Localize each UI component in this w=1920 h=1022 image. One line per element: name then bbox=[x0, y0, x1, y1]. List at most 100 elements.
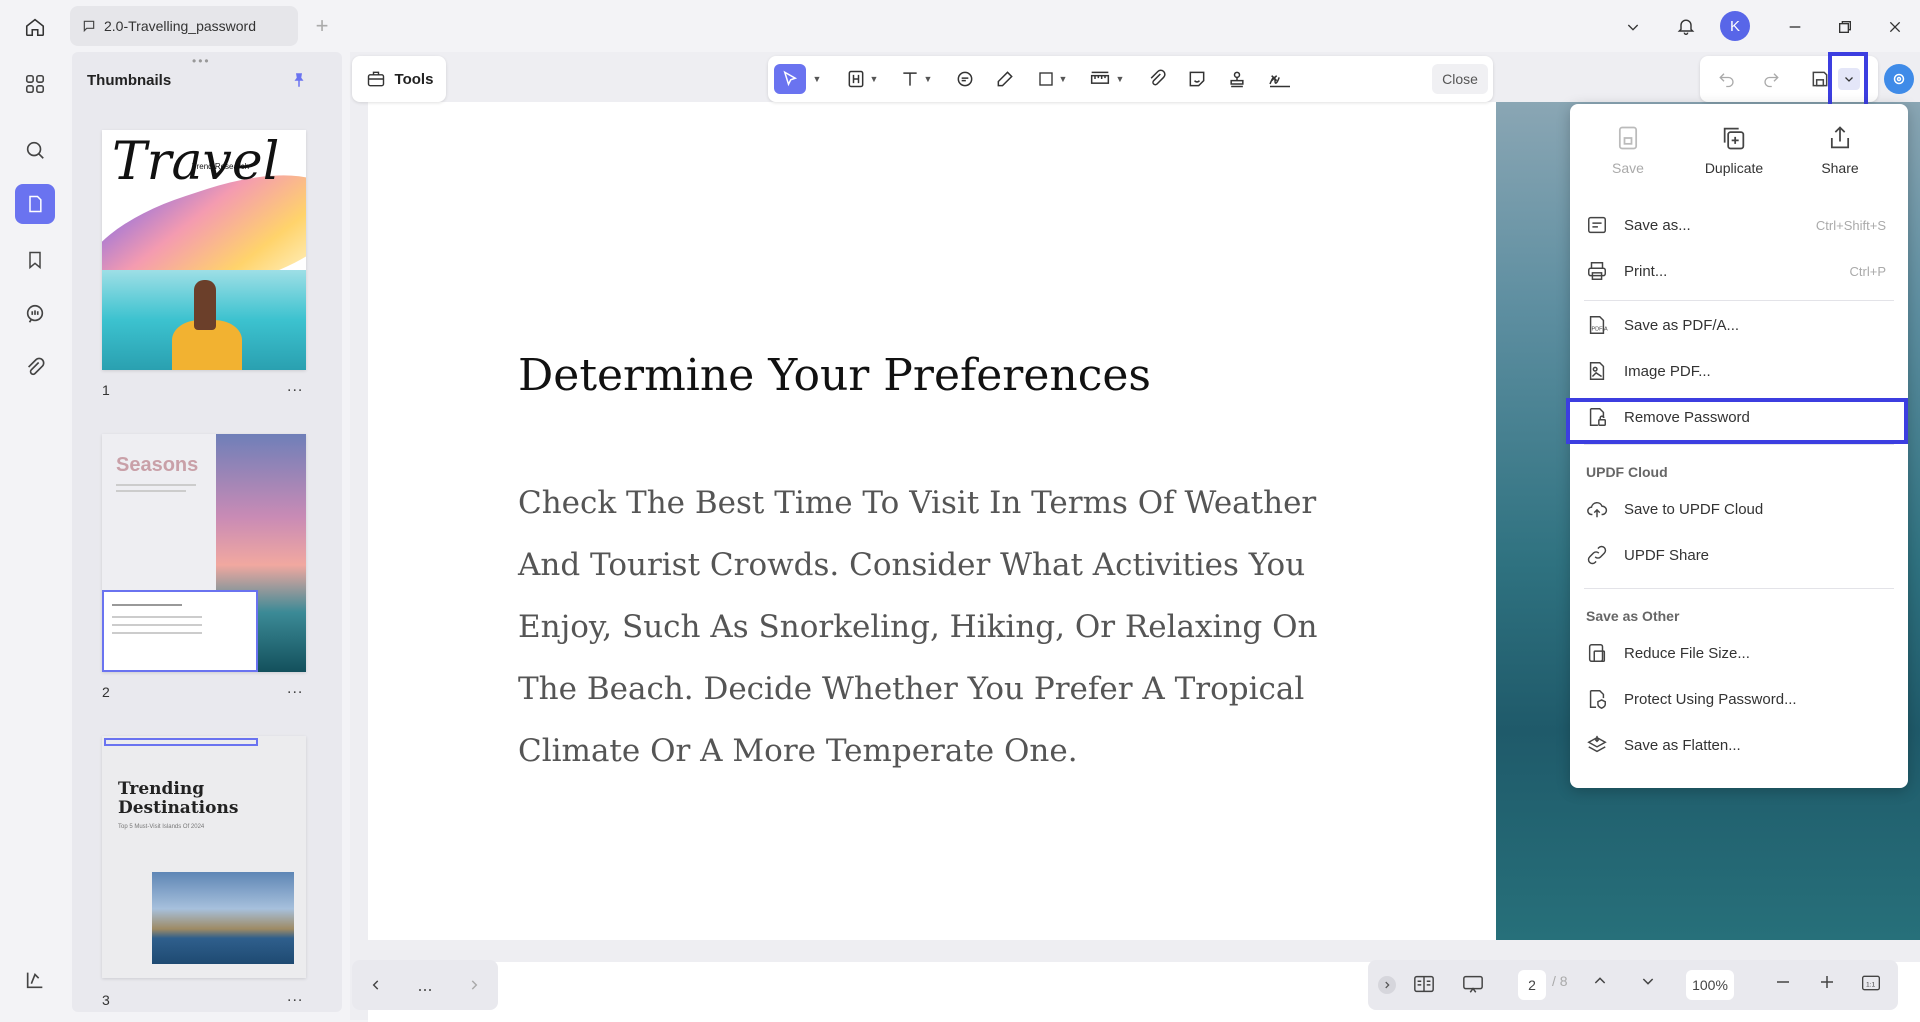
menu-save-as[interactable]: Save as... Ctrl+Shift+S bbox=[1570, 206, 1908, 246]
apps-grid-icon[interactable] bbox=[15, 64, 55, 104]
menu-divider bbox=[1584, 300, 1894, 301]
menu-save-to-cloud[interactable]: Save to UPDF Cloud bbox=[1570, 490, 1908, 530]
menu-divider bbox=[1584, 588, 1894, 589]
select-dropdown-icon[interactable]: ▼ bbox=[808, 64, 822, 94]
duplicate-icon bbox=[1720, 124, 1748, 152]
image-pdf-label: Image PDF... bbox=[1624, 363, 1711, 380]
menu-duplicate-action[interactable]: Duplicate bbox=[1684, 124, 1784, 176]
pencil-tool-icon[interactable] bbox=[990, 64, 1020, 94]
other-section-title: Save as Other bbox=[1586, 608, 1680, 624]
thumb-3-number: 3 bbox=[102, 992, 110, 1008]
thumbnails-panel: ••• Thumbnails Travel Trend Research 1 .… bbox=[72, 52, 342, 1012]
expand-status-icon[interactable] bbox=[1378, 976, 1396, 994]
layers-icon[interactable] bbox=[15, 960, 55, 1000]
measure-tool-icon[interactable]: ▼ bbox=[1084, 64, 1128, 94]
thumb-3-photo bbox=[152, 872, 294, 964]
shape-tool-icon[interactable]: ▼ bbox=[1032, 64, 1072, 94]
attachment-icon[interactable] bbox=[15, 348, 55, 388]
highlight-tool-icon[interactable]: ▼ bbox=[842, 64, 882, 94]
presentation-icon[interactable] bbox=[1460, 973, 1486, 995]
page-up-icon[interactable] bbox=[1592, 973, 1608, 989]
menu-share-action[interactable]: Share bbox=[1790, 124, 1890, 176]
menu-save-flatten[interactable]: Save as Flatten... bbox=[1570, 726, 1908, 766]
share-icon bbox=[1826, 124, 1854, 152]
tools-button[interactable]: Tools bbox=[352, 56, 446, 102]
search-icon[interactable] bbox=[15, 130, 55, 170]
select-cursor-icon[interactable] bbox=[774, 64, 806, 94]
drag-handle-icon[interactable]: ••• bbox=[192, 54, 211, 68]
save-disk-icon[interactable] bbox=[1810, 69, 1830, 89]
thumbnail-page-3[interactable]: Trending Destinations Top 5 Must-Visit I… bbox=[102, 736, 306, 978]
image-pdf-icon bbox=[1586, 360, 1610, 384]
zoom-out-icon[interactable] bbox=[1774, 973, 1792, 991]
new-tab-icon[interactable]: + bbox=[310, 13, 334, 38]
thumb-3-sub: Top 5 Must-Visit Islands Of 2024 bbox=[118, 824, 205, 830]
pdfa-icon: PDF/A bbox=[1586, 314, 1610, 338]
save-as-icon bbox=[1586, 214, 1610, 238]
home-icon[interactable] bbox=[20, 12, 50, 42]
print-label: Print... bbox=[1624, 263, 1668, 280]
menu-divider bbox=[1584, 444, 1894, 445]
svg-text:1:1: 1:1 bbox=[1866, 981, 1876, 988]
minimize-icon[interactable] bbox=[1780, 12, 1810, 42]
sticker-tool-icon[interactable] bbox=[1182, 64, 1212, 94]
thumbnail-page-1[interactable]: Travel Trend Research bbox=[102, 130, 306, 370]
restore-icon[interactable] bbox=[1830, 12, 1860, 42]
reduce-size-icon bbox=[1586, 642, 1610, 666]
chevron-down-icon[interactable] bbox=[1620, 14, 1646, 40]
close-window-icon[interactable] bbox=[1880, 12, 1910, 42]
notification-bell-icon[interactable] bbox=[1672, 12, 1700, 40]
avatar[interactable]: K bbox=[1720, 11, 1750, 41]
actual-size-icon[interactable]: 1:1 bbox=[1860, 973, 1882, 993]
cloud-section-title: UPDF Cloud bbox=[1586, 464, 1668, 480]
menu-print[interactable]: Print... Ctrl+P bbox=[1570, 252, 1908, 292]
menu-protect-password[interactable]: Protect Using Password... bbox=[1570, 680, 1908, 720]
signature-tool-icon[interactable] bbox=[1262, 64, 1298, 94]
menu-save-pdfa[interactable]: PDF/A Save as PDF/A... bbox=[1570, 306, 1908, 346]
more-nav-button[interactable]: ... bbox=[417, 975, 432, 996]
cloud-upload-icon bbox=[1586, 498, 1610, 522]
attach-tool-icon[interactable] bbox=[1142, 64, 1172, 94]
print-shortcut: Ctrl+P bbox=[1849, 264, 1886, 279]
stamp-tool-icon[interactable] bbox=[1222, 64, 1252, 94]
ai-assistant-icon[interactable] bbox=[1884, 64, 1914, 94]
thumbnails-title: Thumbnails bbox=[87, 72, 172, 89]
menu-save-action: Save bbox=[1578, 124, 1678, 176]
menu-image-pdf[interactable]: Image PDF... bbox=[1570, 352, 1908, 392]
thumb-3-more-button[interactable]: ... bbox=[287, 988, 303, 1006]
pin-icon[interactable] bbox=[290, 70, 308, 90]
menu-reduce-file-size[interactable]: Reduce File Size... bbox=[1570, 634, 1908, 674]
save-icon bbox=[1614, 124, 1642, 152]
previous-page-icon[interactable] bbox=[369, 978, 383, 992]
menu-share-label: Share bbox=[1821, 160, 1859, 176]
zoom-level[interactable]: 100% bbox=[1686, 970, 1734, 1000]
thumb-2-more-button[interactable]: ... bbox=[287, 680, 303, 698]
redo-icon[interactable] bbox=[1762, 70, 1780, 88]
thumb-1-number: 1 bbox=[102, 382, 110, 398]
save-as-label: Save as... bbox=[1624, 217, 1691, 234]
next-page-icon[interactable] bbox=[467, 978, 481, 992]
page-number-input[interactable]: 2 bbox=[1518, 970, 1546, 1000]
bookmark-icon[interactable] bbox=[15, 240, 55, 280]
text-tool-icon[interactable]: ▼ bbox=[896, 64, 936, 94]
comments-icon[interactable] bbox=[15, 294, 55, 334]
document-tab[interactable]: 2.0-Travelling_password bbox=[70, 6, 298, 46]
undo-icon[interactable] bbox=[1718, 70, 1736, 88]
menu-updf-share[interactable]: UPDF Share bbox=[1570, 536, 1908, 576]
tab-title: 2.0-Travelling_password bbox=[104, 18, 256, 34]
page-navigation-bar: ... bbox=[352, 960, 498, 1010]
comment-tool-icon[interactable] bbox=[950, 64, 980, 94]
page-heading: Determine Your Preferences bbox=[518, 350, 1151, 401]
close-toolbar-button[interactable]: Close bbox=[1432, 64, 1488, 94]
save-as-shortcut: Ctrl+Shift+S bbox=[1815, 218, 1886, 233]
thumbnails-page-icon[interactable] bbox=[15, 184, 55, 224]
tools-label: Tools bbox=[394, 70, 434, 88]
protect-password-label: Protect Using Password... bbox=[1624, 691, 1797, 708]
page-down-icon[interactable] bbox=[1640, 973, 1656, 989]
thumbnail-page-2[interactable]: Seasons bbox=[102, 434, 306, 672]
page-layout-icon[interactable] bbox=[1412, 973, 1436, 995]
thumb-2-number: 2 bbox=[102, 684, 110, 700]
zoom-in-icon[interactable] bbox=[1818, 973, 1836, 991]
remove-password-highlight-frame bbox=[1566, 398, 1908, 444]
thumb-1-more-button[interactable]: ... bbox=[287, 378, 303, 396]
